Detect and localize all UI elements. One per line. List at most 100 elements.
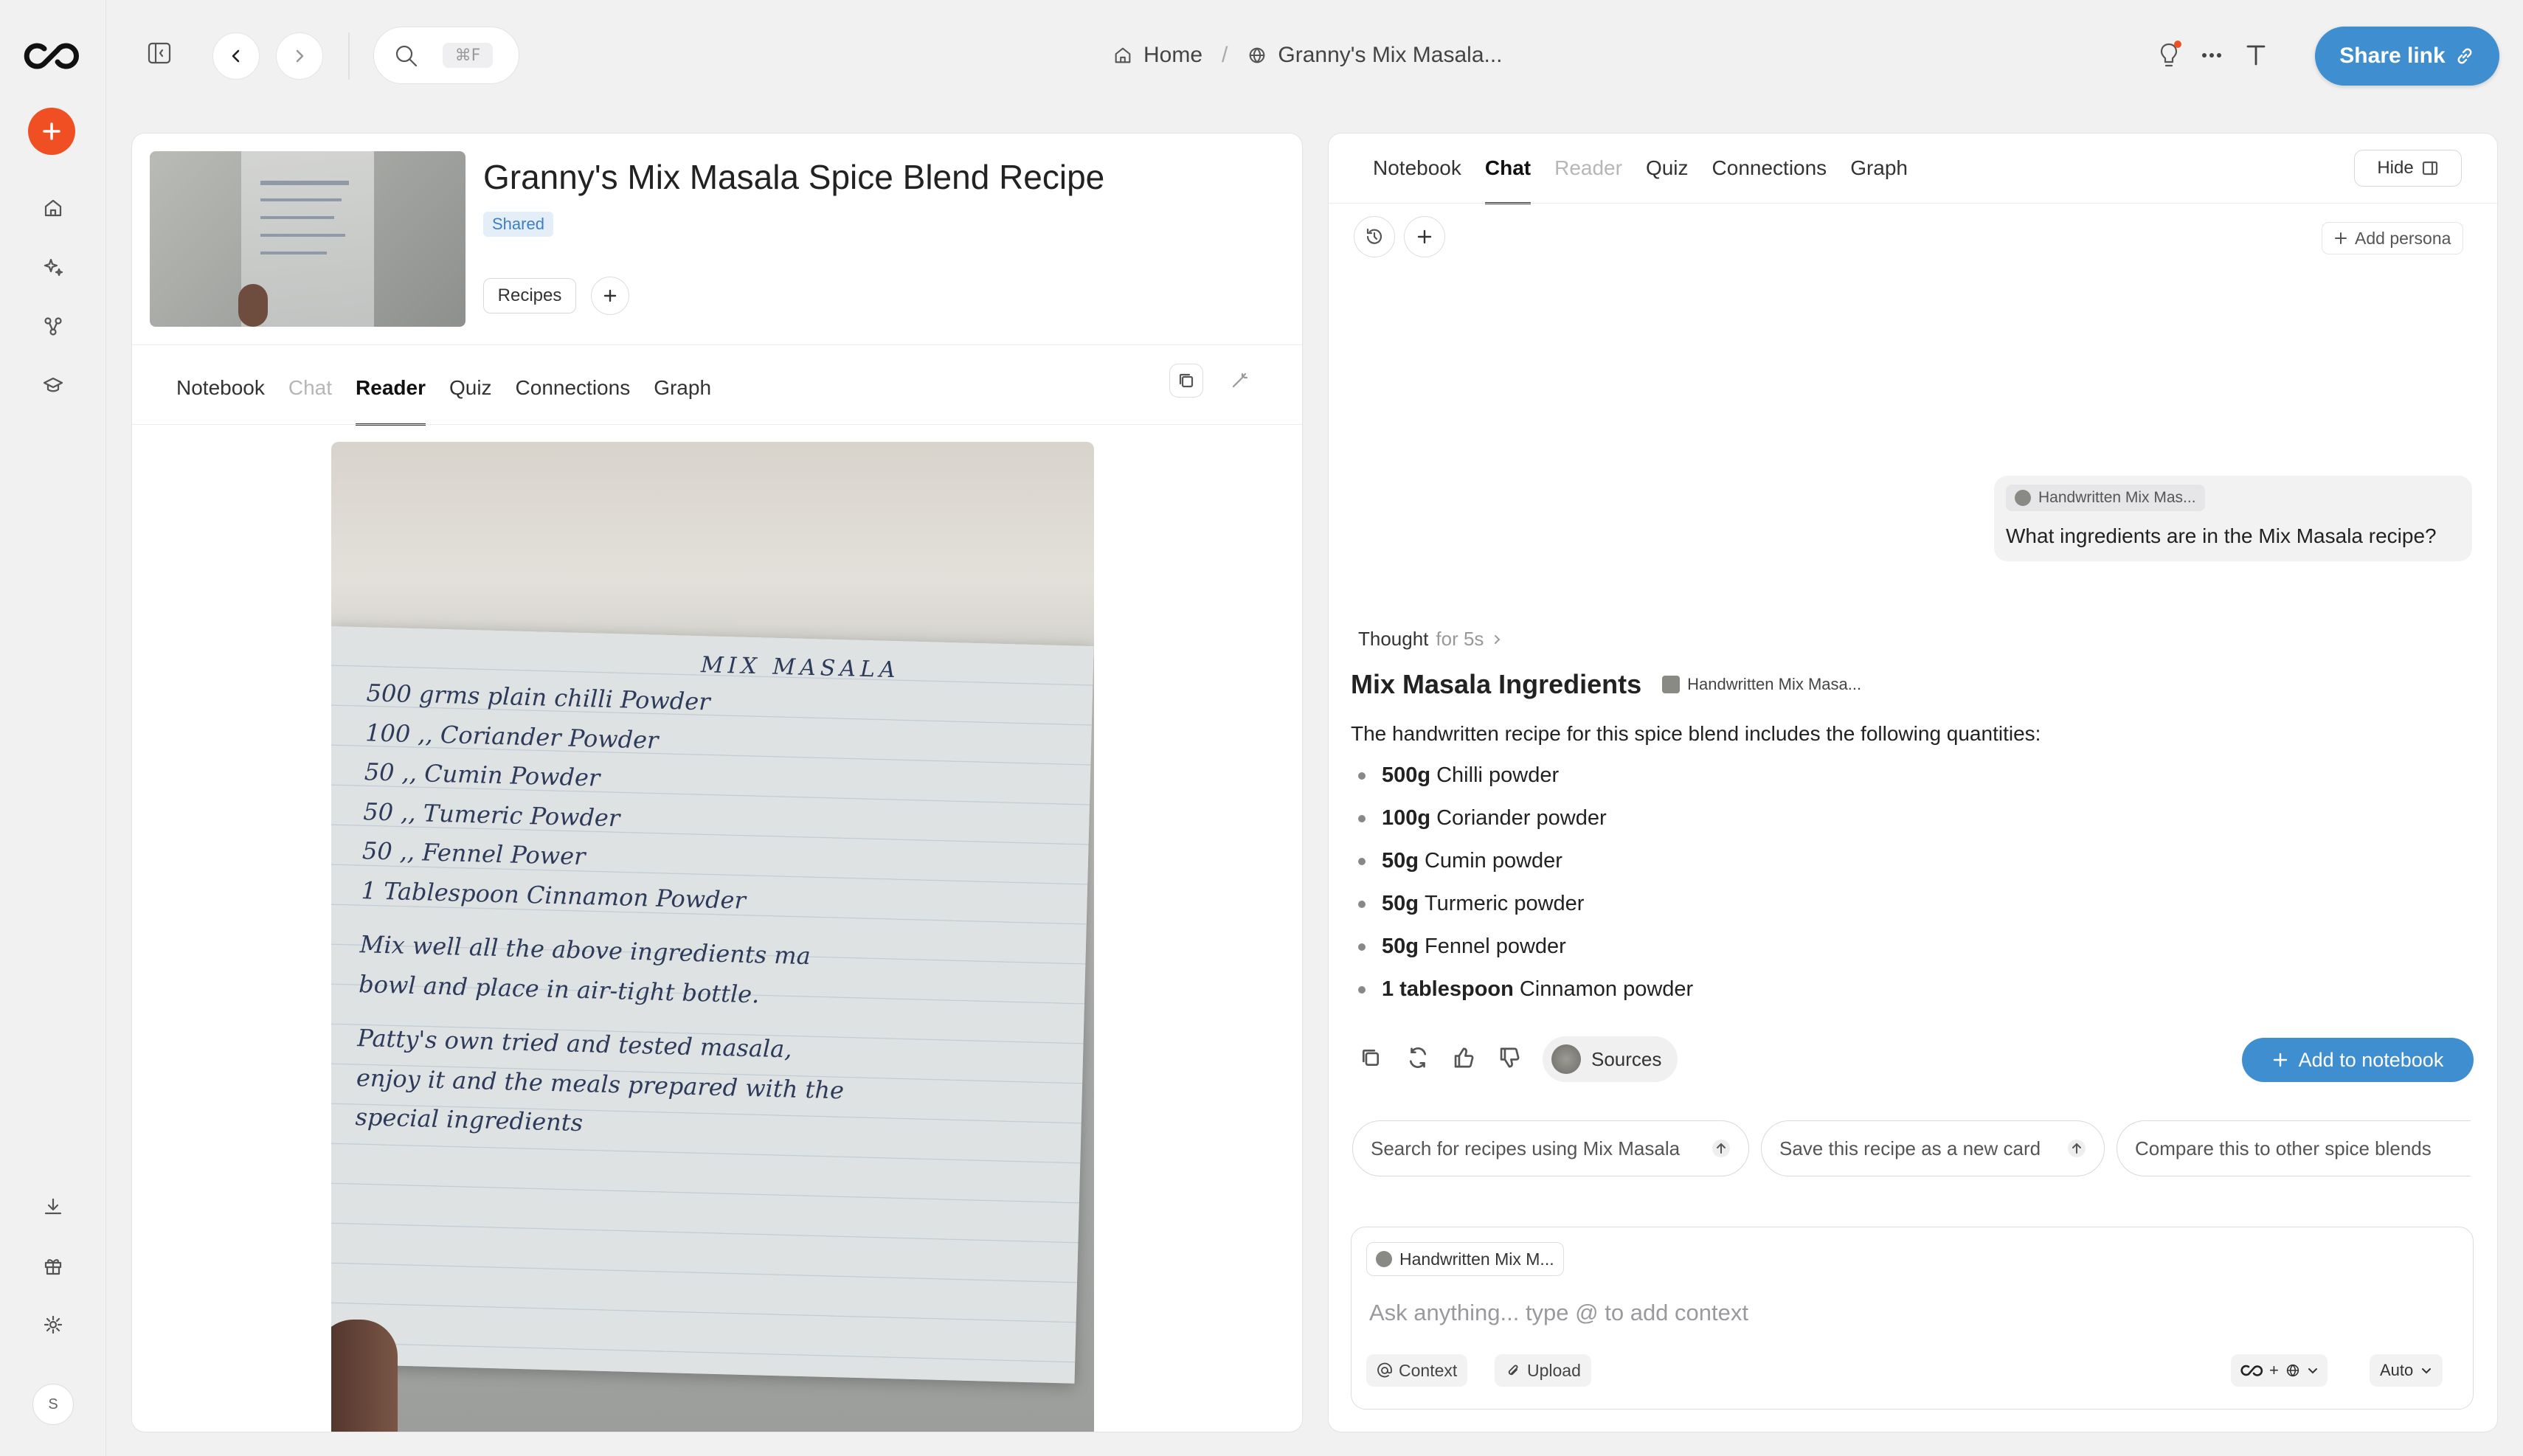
- tab-reader[interactable]: Reader: [1554, 134, 1622, 203]
- share-link-button[interactable]: Share link: [2315, 27, 2499, 86]
- lightbulb-icon[interactable]: [2154, 38, 2184, 71]
- tools-selector[interactable]: +: [2231, 1354, 2328, 1387]
- toggle-sidebar-icon[interactable]: [145, 38, 174, 68]
- graduation-cap-icon[interactable]: [37, 369, 69, 401]
- tab-connections[interactable]: Connections: [516, 352, 631, 424]
- ingredient-item: 500g Chilli powder: [1358, 763, 1559, 788]
- tab-notebook[interactable]: Notebook: [176, 352, 265, 424]
- settings-gear-icon[interactable]: [37, 1308, 69, 1341]
- gift-icon[interactable]: [37, 1249, 69, 1282]
- suggestion-label: Save this recipe as a new card: [1779, 1137, 2041, 1159]
- answer-intro: The handwritten recipe for this spice bl…: [1351, 722, 2041, 745]
- panel-collapse-icon: [2421, 159, 2439, 177]
- suggestion-chip[interactable]: Search for recipes using Mix Masala: [1352, 1120, 1749, 1176]
- globe-icon: [2285, 1362, 2301, 1379]
- tab-connections[interactable]: Connections: [1712, 134, 1827, 203]
- plus-sign: +: [2269, 1361, 2279, 1379]
- thought-toggle[interactable]: Thought for 5s: [1358, 628, 1503, 651]
- source-avatar: [1551, 1044, 1581, 1074]
- source-thumbnail-icon: [1662, 676, 1681, 693]
- chevron-right-icon: [1491, 634, 1503, 645]
- home-small-icon: [1112, 45, 1133, 66]
- ingredient-item: 50g Cumin powder: [1358, 849, 1562, 873]
- sparkles-icon[interactable]: [37, 251, 69, 283]
- add-persona-label: Add persona: [2355, 228, 2451, 248]
- chat-input[interactable]: Ask anything... type @ to add context: [1369, 1300, 1748, 1326]
- answer-heading-row: Mix Masala Ingredients Handwritten Mix M…: [1351, 669, 1861, 700]
- suggestion-chip[interactable]: Save this recipe as a new card: [1761, 1120, 2105, 1176]
- suggestion-chip[interactable]: Compare this to other spice blends: [2117, 1120, 2471, 1176]
- chat-panel: Notebook Chat Reader Quiz Connections Gr…: [1328, 133, 2498, 1432]
- upload-label: Upload: [1527, 1360, 1581, 1380]
- context-button[interactable]: Context: [1366, 1354, 1468, 1387]
- paperclip-icon: [1505, 1362, 1521, 1379]
- card-thumbnail[interactable]: [150, 151, 466, 327]
- tab-graph[interactable]: Graph: [1850, 134, 1908, 203]
- user-message-text: What ingredients are in the Mix Masala r…: [2006, 524, 2437, 547]
- thumbs-down-icon[interactable]: [1497, 1045, 1522, 1070]
- upload-button[interactable]: Upload: [1495, 1354, 1591, 1387]
- graph-nodes-icon[interactable]: [37, 310, 69, 342]
- arrow-up-icon: [1712, 1139, 1731, 1158]
- download-icon[interactable]: [37, 1190, 69, 1223]
- app-logo-small-icon: [2240, 1363, 2263, 1378]
- app-logo[interactable]: [22, 38, 84, 74]
- user-message-source-chip[interactable]: Handwritten Mix Mas...: [2006, 485, 2205, 511]
- context-chip-label: Handwritten Mix M...: [1399, 1249, 1554, 1269]
- copy-icon[interactable]: [1358, 1045, 1383, 1070]
- share-link-label: Share link: [2339, 44, 2446, 68]
- ingredient-item: 100g Coriander powder: [1358, 806, 1607, 831]
- answer-source-chip[interactable]: Handwritten Mix Masa...: [1662, 675, 1861, 694]
- sources-label: Sources: [1591, 1047, 1662, 1070]
- tab-chat[interactable]: Chat: [1484, 134, 1532, 204]
- link-icon: [2454, 46, 2475, 66]
- model-label: Auto: [2380, 1361, 2414, 1379]
- left-rail: S: [0, 0, 106, 1456]
- add-persona-button[interactable]: Add persona: [2322, 222, 2464, 254]
- tag-recipes[interactable]: Recipes: [483, 278, 576, 313]
- source-thumbnail-icon: [1376, 1251, 1392, 1267]
- add-tag-button[interactable]: [591, 277, 629, 315]
- text-format-icon[interactable]: [2241, 40, 2271, 69]
- recipe-photo: MIX MASALA 500 grms plain chilli Powder …: [331, 442, 1094, 1432]
- back-button[interactable]: [212, 32, 260, 80]
- ingredient-item: 1 tablespoon Cinnamon powder: [1358, 977, 1693, 1002]
- new-chat-button[interactable]: [1404, 216, 1445, 257]
- card-panel: Granny's Mix Masala Spice Blend Recipe S…: [131, 133, 1303, 1432]
- tab-quiz[interactable]: Quiz: [449, 352, 492, 424]
- breadcrumb-separator: /: [1222, 43, 1228, 67]
- user-avatar[interactable]: S: [32, 1384, 74, 1425]
- arrow-up-icon: [2067, 1139, 2086, 1158]
- forward-button[interactable]: [276, 32, 323, 80]
- card-title[interactable]: Granny's Mix Masala Spice Blend Recipe: [483, 157, 1104, 197]
- at-sign-icon: [1377, 1362, 1393, 1379]
- breadcrumb-home[interactable]: Home: [1143, 43, 1202, 68]
- tab-graph[interactable]: Graph: [654, 352, 711, 424]
- tab-notebook[interactable]: Notebook: [1373, 134, 1461, 203]
- tab-reader[interactable]: Reader: [356, 352, 426, 426]
- model-selector[interactable]: Auto: [2370, 1354, 2443, 1387]
- ingredient-item: 50g Fennel powder: [1358, 935, 1566, 959]
- sources-button[interactable]: Sources: [1543, 1036, 1678, 1082]
- ingredient-item: 50g Turmeric powder: [1358, 892, 1584, 916]
- add-to-notebook-button[interactable]: Add to notebook: [2242, 1038, 2474, 1082]
- search-shortcut-hint: ⌘F: [443, 43, 493, 68]
- chat-composer: Handwritten Mix M... Ask anything... typ…: [1351, 1227, 2474, 1410]
- regenerate-icon[interactable]: [1405, 1045, 1430, 1070]
- suggestion-label: Search for recipes using Mix Masala: [1371, 1137, 1681, 1159]
- composer-context-chip[interactable]: Handwritten Mix M...: [1366, 1242, 1564, 1276]
- thumbs-up-icon[interactable]: [1451, 1045, 1476, 1070]
- handwritten-lines: 500 grms plain chilli Powder 100 ,, Cori…: [355, 673, 1034, 1154]
- home-icon[interactable]: [37, 192, 69, 224]
- user-source-label: Handwritten Mix Mas...: [2038, 489, 2196, 506]
- hide-panel-button[interactable]: Hide: [2354, 150, 2462, 187]
- tab-quiz[interactable]: Quiz: [1646, 134, 1689, 203]
- breadcrumb-current[interactable]: Granny's Mix Masala...: [1278, 43, 1502, 68]
- magic-wand-icon[interactable]: [1222, 364, 1256, 398]
- more-options-icon[interactable]: [2197, 44, 2226, 66]
- source-thumbnail-icon: [2015, 490, 2031, 506]
- tab-chat[interactable]: Chat: [288, 352, 332, 424]
- new-item-button[interactable]: [28, 108, 75, 155]
- chat-history-button[interactable]: [1354, 216, 1395, 257]
- copy-button[interactable]: [1169, 364, 1203, 398]
